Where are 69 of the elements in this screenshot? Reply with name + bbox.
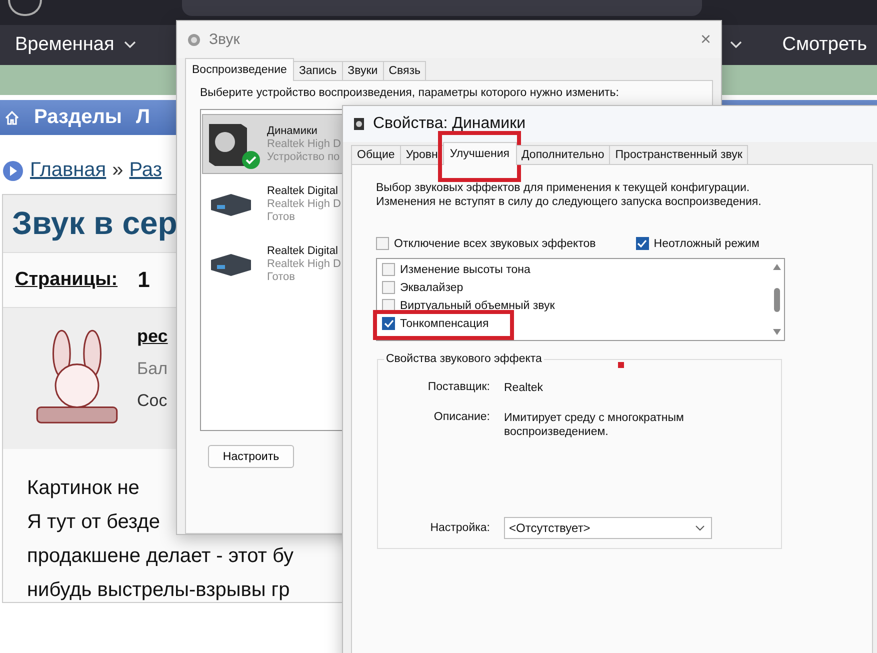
setting-dropdown[interactable]: <Отсутствует> — [504, 517, 712, 539]
configure-button[interactable]: Настроить — [208, 445, 294, 468]
scroll-down-icon[interactable] — [773, 329, 781, 335]
nav-item[interactable]: Смотреть — [782, 34, 867, 56]
checkmark-icon — [384, 319, 394, 328]
menu-item[interactable]: Разделы — [34, 106, 122, 129]
device-driver: Realtek High D — [267, 138, 341, 150]
speaker-icon — [353, 117, 365, 131]
checkbox-label: Отключение всех звуковых эффектов — [394, 238, 596, 250]
device-driver: Realtek High D — [267, 258, 341, 270]
field-label: Описание: — [432, 411, 490, 423]
field-label: Поставщик: — [426, 381, 490, 393]
post-text: Я тут от безде — [27, 511, 160, 534]
breadcrumb-link[interactable]: Раз — [129, 159, 162, 182]
checkbox-label: Изменение высоты тона — [400, 264, 530, 276]
chevron-down-icon — [730, 41, 742, 49]
instruction-text: Выберите устройство воспроизведения, параметры которого нужно изменить: — [200, 87, 620, 99]
window-title: Звук — [209, 31, 241, 48]
checkbox[interactable] — [376, 237, 389, 250]
checkbox-label: Эквалайзер — [400, 282, 464, 294]
breadcrumb-link[interactable]: Главная — [30, 159, 106, 182]
tab[interactable]: Улучшения — [442, 142, 516, 165]
device-name: Realtek Digital — [267, 185, 339, 197]
device-driver: Realtek High D — [267, 198, 341, 210]
checkbox-label: Тонкомпенсация — [400, 318, 489, 330]
device-name: Динамики — [267, 125, 318, 137]
pages-label: Страницы: — [15, 269, 118, 291]
group-title: Свойства звукового эффекта — [385, 353, 543, 365]
speaker-icon — [187, 32, 201, 46]
chevron-down-icon — [695, 525, 705, 531]
field-value: Realtek — [504, 381, 544, 395]
post-text: нибудь выстрелы-взрывы гр — [27, 579, 290, 602]
play-icon — [2, 160, 24, 182]
page-link[interactable]: 1 — [138, 267, 150, 293]
checkbox[interactable] — [636, 237, 649, 250]
menu-item[interactable]: Л — [136, 106, 150, 129]
field-label: Настройка: — [429, 522, 490, 534]
window-title: Свойства: Динамики — [373, 115, 527, 133]
audio-device-icon — [209, 192, 253, 216]
checkbox[interactable] — [382, 263, 395, 276]
post-text: Картинок не — [27, 477, 140, 500]
field-value: Имитирует среду с многократным воспроизведением. — [504, 411, 685, 439]
breadcrumb-separator: » — [112, 159, 124, 182]
tab[interactable]: Дополнительно — [516, 145, 610, 165]
audio-device-icon — [209, 252, 253, 276]
close-button[interactable]: × — [700, 29, 711, 50]
nav-item[interactable]: Временная — [15, 34, 114, 56]
device-status: Готов — [267, 211, 296, 223]
scrollbar-thumb[interactable] — [774, 288, 780, 312]
author-info: Сос — [137, 391, 168, 411]
post-text: продакшене делает - этот бу — [27, 545, 294, 568]
scroll-up-icon[interactable] — [773, 264, 781, 270]
checkmark-icon — [637, 239, 648, 248]
back-button[interactable] — [8, 0, 42, 16]
device-item[interactable]: Динамики Realtek High D Устройство по — [202, 114, 344, 174]
checkbox[interactable] — [382, 281, 395, 294]
device-status: Готов — [267, 271, 296, 283]
home-icon[interactable] — [4, 110, 20, 126]
device-status: Устройство по — [267, 151, 341, 163]
checkbox-label: Виртуальный объемный звук — [400, 300, 555, 312]
checkbox[interactable] — [382, 317, 395, 330]
tab[interactable]: Связь — [382, 61, 426, 81]
tab[interactable]: Воспроизведение — [185, 58, 294, 81]
tab[interactable]: Пространственный звук — [609, 145, 748, 165]
author-info: Бал — [137, 359, 168, 379]
chevron-down-icon — [124, 41, 136, 49]
checkbox-label: Неотложный режим — [654, 238, 760, 250]
author-name[interactable]: рес — [137, 326, 168, 347]
tab[interactable]: Общие — [351, 145, 401, 165]
